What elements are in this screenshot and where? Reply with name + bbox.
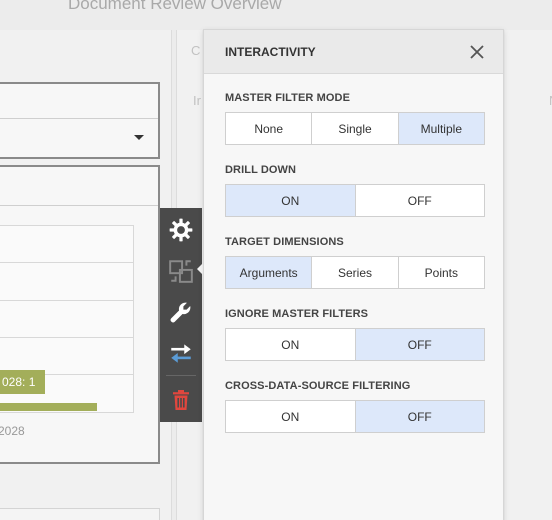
gear-icon[interactable]	[160, 210, 202, 250]
chart-item[interactable]: 028: 1 2028	[0, 165, 160, 464]
segmented-control: Arguments Series Points	[225, 256, 485, 289]
panel-title: INTERACTIVITY	[225, 44, 316, 59]
option-button[interactable]: OFF	[354, 401, 484, 432]
segmented-control: None Single Multiple	[225, 112, 485, 145]
close-icon[interactable]	[469, 44, 485, 60]
filter-combo-item[interactable]	[0, 82, 160, 159]
dashboard-item-stub	[0, 508, 160, 520]
option-button[interactable]: OFF	[354, 185, 484, 216]
chart-tooltip: 028: 1	[0, 370, 46, 394]
section-label: IGNORE MASTER FILTERS	[225, 308, 369, 320]
interactivity-icon[interactable]	[160, 251, 202, 291]
dashboard-title: Document Review Overview	[68, 0, 282, 13]
wrench-icon[interactable]	[160, 292, 202, 332]
section-label: CROSS-DATA-SOURCE FILTERING	[225, 380, 411, 392]
item-caption-fragment: C	[191, 43, 201, 58]
convert-arrows-icon[interactable]	[160, 333, 202, 373]
segmented-control: ON OFF	[225, 328, 485, 361]
section-label: MASTER FILTER MODE	[225, 92, 351, 104]
panel-header: INTERACTIVITY	[204, 30, 503, 74]
toolbar-divider	[166, 375, 196, 376]
option-button[interactable]: Multiple	[397, 113, 484, 144]
interactivity-panel: INTERACTIVITY MASTER FILTER MODE None Sing…	[203, 29, 504, 520]
segmented-control: ON OFF	[225, 184, 485, 217]
option-button[interactable]: ON	[226, 185, 355, 216]
section-label: DRILL DOWN	[225, 164, 297, 176]
right-dashboard-pane: N	[505, 30, 552, 520]
option-button[interactable]: None	[226, 113, 312, 144]
chart-bar[interactable]	[0, 403, 97, 411]
item-caption-fragment: Ir	[193, 93, 201, 108]
gridline	[0, 300, 133, 301]
section-label: TARGET DIMENSIONS	[225, 236, 344, 248]
axis-tick-label: 2028	[0, 424, 25, 438]
divider	[0, 118, 158, 119]
option-button[interactable]: Arguments	[226, 257, 312, 288]
dropdown-caret-icon[interactable]	[134, 135, 144, 140]
trash-icon[interactable]	[160, 380, 202, 420]
option-button[interactable]: Series	[311, 257, 398, 288]
panel-body: MASTER FILTER MODE None Single Multiple DRIL…	[204, 92, 503, 433]
option-button[interactable]: OFF	[354, 329, 484, 360]
option-button[interactable]: Single	[311, 113, 398, 144]
gridline	[0, 262, 133, 263]
segmented-control: ON OFF	[225, 400, 485, 433]
option-button[interactable]: ON	[226, 401, 355, 432]
option-button[interactable]: Points	[397, 257, 484, 288]
divider	[0, 205, 158, 206]
item-options-toolbar	[160, 208, 202, 422]
gridline	[0, 337, 133, 338]
option-button[interactable]: ON	[226, 329, 355, 360]
